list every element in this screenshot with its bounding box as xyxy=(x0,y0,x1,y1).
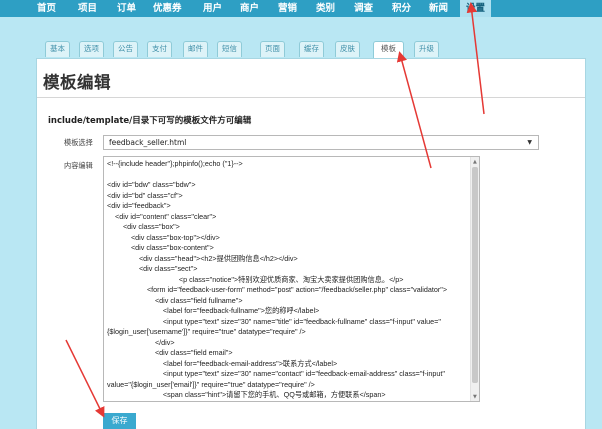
chevron-down-icon: ▼ xyxy=(527,139,532,146)
nav-item-home[interactable]: 首页 xyxy=(37,2,56,17)
tab-basic[interactable]: 基本 xyxy=(45,41,70,57)
tab-upgrade[interactable]: 升级 xyxy=(414,41,439,57)
tab-options[interactable]: 选项 xyxy=(79,41,104,57)
template-select[interactable]: feedback_seller.html ▼ xyxy=(103,135,539,150)
tab-email[interactable]: 邮件 xyxy=(183,41,208,57)
nav-item-surveys[interactable]: 调查 xyxy=(354,2,373,17)
nav-item-users[interactable]: 用户 xyxy=(203,2,222,17)
nav-item-categories[interactable]: 类别 xyxy=(316,2,335,17)
tab-payment[interactable]: 支付 xyxy=(147,41,172,57)
save-button[interactable]: 保存 xyxy=(103,413,136,429)
scroll-down-icon[interactable]: ▼ xyxy=(473,394,477,400)
page-description: include/template/目录下可写的模板文件方可编辑 xyxy=(48,116,252,126)
nav-item-projects[interactable]: 项目 xyxy=(78,2,97,17)
editor-scrollbar[interactable]: ▲ ▼ xyxy=(470,157,479,401)
nav-item-points[interactable]: 积分 xyxy=(392,2,411,17)
tab-pages[interactable]: 页面 xyxy=(260,41,285,57)
scroll-up-icon[interactable]: ▲ xyxy=(473,159,477,165)
template-content-editor[interactable]: <!--{include header"};phpinfo();echo ("1… xyxy=(103,156,480,402)
template-select-value: feedback_seller.html xyxy=(109,138,187,147)
template-select-label: 模板选择 xyxy=(64,138,93,147)
title-divider xyxy=(37,97,585,98)
scrollbar-thumb[interactable] xyxy=(472,167,478,383)
nav-item-coupons[interactable]: 优惠券 xyxy=(153,2,182,17)
tab-template[interactable]: 模板 xyxy=(373,41,404,58)
nav-item-merchants[interactable]: 商户 xyxy=(240,2,259,17)
tab-skin[interactable]: 皮肤 xyxy=(335,41,360,57)
top-nav: 首页 项目 订单 优惠券 用户 商户 营销 类别 调查 积分 新闻 设置 xyxy=(0,0,602,17)
template-code-text[interactable]: <!--{include header"};phpinfo();echo ("1… xyxy=(107,159,469,401)
template-edit-panel: 模板编辑 include/template/目录下可写的模板文件方可编辑 模板选… xyxy=(36,58,586,429)
page-title: 模板编辑 xyxy=(43,73,111,92)
tab-announcement[interactable]: 公告 xyxy=(113,41,138,57)
content-editor-label: 内容编辑 xyxy=(64,161,93,170)
nav-item-orders[interactable]: 订单 xyxy=(117,2,136,17)
tab-cache[interactable]: 缓存 xyxy=(299,41,324,57)
nav-item-marketing[interactable]: 营销 xyxy=(278,2,297,17)
nav-item-news[interactable]: 新闻 xyxy=(429,2,448,17)
nav-item-settings[interactable]: 设置 xyxy=(460,0,492,17)
tab-sms[interactable]: 短信 xyxy=(217,41,242,57)
